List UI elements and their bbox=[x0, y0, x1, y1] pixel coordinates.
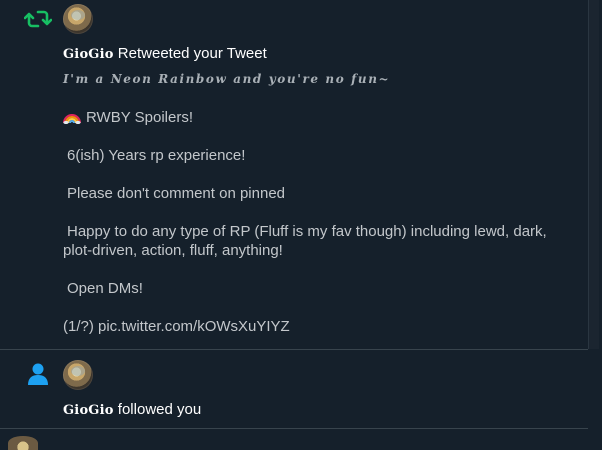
tweet-line: Happy to do any type of RP (Fluff is my … bbox=[63, 223, 547, 259]
avatar[interactable] bbox=[63, 360, 93, 390]
tweet-line: 6(ish) Years rp experience! bbox=[67, 147, 246, 164]
notification-headline: GioGio followed you bbox=[63, 401, 201, 418]
person-icon bbox=[27, 362, 49, 391]
notification-action: followed you bbox=[117, 401, 202, 418]
avatar[interactable] bbox=[63, 4, 93, 34]
tweet-line: Please don't comment on pinned bbox=[67, 185, 286, 202]
actor-name[interactable]: GioGio bbox=[63, 403, 114, 418]
notification-retweet[interactable]: GioGio Retweeted your Tweet I'm a Neon R… bbox=[0, 0, 588, 350]
rainbow-icon bbox=[63, 114, 81, 124]
tweet-line[interactable]: (1/?) pic.twitter.com/kOWsXuYIYZ bbox=[63, 317, 563, 336]
tweet-line: I'm a Neon Rainbow and you're no fun~ bbox=[63, 72, 391, 86]
notification-follow[interactable]: GioGio followed you bbox=[0, 350, 588, 429]
retweet-icon bbox=[23, 7, 53, 36]
notification-headline: GioGio Retweeted your Tweet bbox=[63, 45, 267, 62]
actor-name[interactable]: GioGio bbox=[63, 47, 114, 62]
notification-action: Retweeted your Tweet bbox=[117, 45, 267, 62]
tweet-line-text: RWBY Spoilers! bbox=[86, 109, 193, 126]
tweet-line: Open DMs! bbox=[67, 280, 143, 297]
tweet-line: RWBY Spoilers! bbox=[63, 108, 563, 127]
scrollbar-thumb[interactable] bbox=[588, 0, 599, 349]
scrollbar[interactable] bbox=[586, 0, 602, 443]
avatar[interactable] bbox=[8, 436, 38, 450]
tweet-text[interactable]: I'm a Neon Rainbow and you're no fun~ RW… bbox=[63, 70, 563, 336]
